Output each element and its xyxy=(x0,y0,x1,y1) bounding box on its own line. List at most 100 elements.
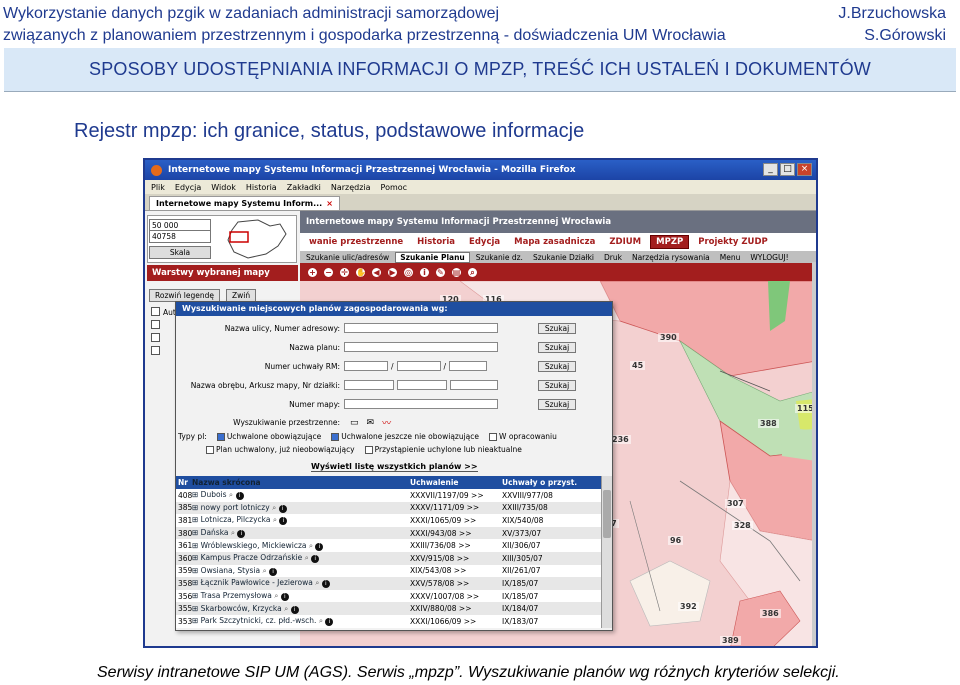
resolution-link[interactable]: XXV/578/08 >> xyxy=(410,579,502,588)
layer-checkbox[interactable] xyxy=(151,307,160,316)
subnav-ulice[interactable]: Szukanie ulic/adresów xyxy=(302,253,393,262)
resolution-link[interactable]: XXXV/1171/09 >> xyxy=(410,503,502,512)
info-icon[interactable]: i xyxy=(290,605,299,614)
plan-name[interactable]: Kampus Pracze Odrzańskie xyxy=(201,553,303,562)
info-icon[interactable]: i xyxy=(325,618,334,627)
expand-icon[interactable]: ⊞ xyxy=(192,541,201,550)
nav-historia[interactable]: Historia xyxy=(412,236,460,248)
pan-hand-icon[interactable]: ✋ xyxy=(356,267,366,277)
menu-historia[interactable]: Historia xyxy=(246,183,277,192)
zoom-to-plan-icon[interactable]: ⌕ xyxy=(270,515,279,524)
col-przyst[interactable]: Uchwały o przyst. xyxy=(502,478,594,487)
zoom-out-icon[interactable]: − xyxy=(324,267,333,277)
info-icon[interactable]: i xyxy=(278,504,287,513)
search-map-number-button[interactable]: Szukaj xyxy=(538,399,576,410)
subnav-menu[interactable]: Menu xyxy=(716,253,745,262)
resolution-input-2[interactable] xyxy=(396,361,441,371)
sheet-input[interactable] xyxy=(397,380,447,390)
nav-edycja[interactable]: Edycja xyxy=(464,236,505,248)
zoom-to-plan-icon[interactable]: ⌕ xyxy=(282,604,291,613)
info-icon[interactable]: i xyxy=(235,492,244,501)
col-nr[interactable]: Nr xyxy=(176,478,192,487)
col-uchwalenie[interactable]: Uchwalenie xyxy=(410,478,502,487)
menu-pomoc[interactable]: Pomoc xyxy=(381,183,408,192)
map-number-input[interactable] xyxy=(344,399,498,409)
type-filter-3[interactable]: W opracowaniu xyxy=(489,432,557,441)
subnav-szukanie-dz[interactable]: Szukanie dz. xyxy=(472,253,527,262)
expand-icon[interactable]: ⊞ xyxy=(192,515,201,524)
table-row[interactable]: 380 ⊞ Dańska ⌕ i XXXI/943/08 >> XV/373/07 xyxy=(176,526,601,540)
subnav-wyloguj[interactable]: WYLOGUJ! xyxy=(746,253,792,262)
maximize-button[interactable]: □ xyxy=(780,163,795,176)
search-resolution-button[interactable]: Szukaj xyxy=(538,361,576,372)
menu-plik[interactable]: Plik xyxy=(151,183,165,192)
table-row[interactable]: 360 ⊞ Kampus Pracze Odrzańskie ⌕ i XXV/915… xyxy=(176,551,601,565)
expand-icon[interactable]: ⊞ xyxy=(192,604,201,613)
subnav-narzedzia[interactable]: Narzędzia rysowania xyxy=(628,253,714,262)
table-row[interactable]: 381 ⊞ Lotnicza, Pilczycka ⌕ i XXXI/1065/09… xyxy=(176,514,601,527)
plan-name[interactable]: Trasa Przemysłowa xyxy=(201,591,272,600)
table-scrollbar[interactable] xyxy=(601,476,612,628)
search-plan-name-button[interactable]: Szukaj xyxy=(538,342,576,353)
type-filter-5[interactable]: Przystąpienie uchylone lub nieaktualne xyxy=(364,445,522,454)
zoom-to-plan-icon[interactable]: ⌕ xyxy=(227,490,236,499)
street-input[interactable] xyxy=(344,323,498,333)
resolution-link[interactable]: XXIII/736/08 >> xyxy=(410,541,502,550)
zoom-to-plan-icon[interactable]: ⌕ xyxy=(270,503,279,512)
nav-projekty-zudp[interactable]: Projekty ZUDP xyxy=(693,236,773,248)
nav-mpzp[interactable]: MPZP xyxy=(650,235,690,249)
subnav-druk[interactable]: Druk xyxy=(600,253,626,262)
menu-edycja[interactable]: Edycja xyxy=(175,183,201,192)
zoom-to-plan-icon[interactable]: ⌕ xyxy=(313,578,322,587)
expand-icon[interactable]: ⊞ xyxy=(192,616,201,625)
plan-name[interactable]: nowy port lotniczy xyxy=(201,503,270,512)
info-icon[interactable]: i xyxy=(321,580,330,589)
expand-icon[interactable]: ⊞ xyxy=(192,591,201,600)
expand-icon[interactable]: ⊞ xyxy=(192,503,201,512)
minimize-button[interactable]: _ xyxy=(763,163,778,176)
table-row[interactable]: 358 ⊞ Łącznik Pawłowice - Jezierowa ⌕ i XX… xyxy=(176,577,601,590)
table-row[interactable]: 355 ⊞ Skarbowców, Krzycka ⌕ i XXIV/880/08 … xyxy=(176,602,601,615)
type-filter-1[interactable]: Uchwalone obowiązujące xyxy=(216,432,321,441)
zoom-to-plan-icon[interactable]: ⌕ xyxy=(316,616,325,625)
close-tab-icon[interactable]: × xyxy=(326,199,333,208)
show-all-plans-link[interactable]: Wyświetl listę wszystkich planów >> xyxy=(311,462,478,472)
resolution-link[interactable]: XIX/543/08 >> xyxy=(410,566,502,575)
expand-icon[interactable]: ⊞ xyxy=(192,528,201,537)
zoom-to-plan-icon[interactable]: ⌕ xyxy=(307,541,316,550)
expand-icon[interactable]: ⊞ xyxy=(192,566,201,575)
zoom-to-plan-icon[interactable]: ⌕ xyxy=(260,566,269,575)
subnav-szukanie-dzialki[interactable]: Szukanie Działki xyxy=(529,253,598,262)
expand-icon[interactable]: ⊞ xyxy=(192,553,201,562)
envelope-select-icon[interactable]: ✉ xyxy=(367,418,375,428)
col-name[interactable]: Nazwa skrócona xyxy=(192,478,410,487)
type-filter-4[interactable]: Plan uchwalony, już nieobowiązujący xyxy=(206,445,355,454)
browser-tab[interactable]: Internetowe mapy Systemu Inform... × xyxy=(149,196,340,210)
resolution-input-1[interactable] xyxy=(344,361,388,371)
plan-name[interactable]: Wróblewskiego, Mickiewicza xyxy=(201,541,307,550)
info-icon[interactable]: i xyxy=(315,542,324,551)
nav-planowanie[interactable]: wanie przestrzenne xyxy=(304,236,408,248)
nav-mapa-zasadnicza[interactable]: Mapa zasadnicza xyxy=(509,236,600,248)
plan-name-input[interactable] xyxy=(344,342,498,352)
resolution-link[interactable]: XXXV/1007/08 >> xyxy=(410,592,502,601)
zoom-to-plan-icon[interactable]: ⌕ xyxy=(229,528,238,537)
polyline-select-icon[interactable]: 〰 xyxy=(382,416,391,429)
plan-name[interactable]: Dańska xyxy=(201,528,229,537)
info-icon[interactable]: i xyxy=(311,555,320,564)
menu-narzedzia[interactable]: Narzędzia xyxy=(331,183,371,192)
table-row[interactable]: 385 ⊞ nowy port lotniczy ⌕ i XXXV/1171/09 … xyxy=(176,501,601,515)
table-row[interactable]: 356 ⊞ Trasa Przemysłowa ⌕ i XXXV/1007/08 >… xyxy=(176,589,601,603)
resolution-link[interactable]: XXXI/1066/09 >> xyxy=(410,617,502,626)
info-icon[interactable]: i xyxy=(237,530,246,539)
search-icon[interactable]: ⌕ xyxy=(468,267,477,277)
resolution-link[interactable]: XXXVII/1197/09 >> xyxy=(410,491,502,500)
table-row[interactable]: 408 ⊞ Dubois ⌕ i XXXVII/1197/09 >> XXVIII/9… xyxy=(176,489,601,502)
resolution-link[interactable]: XXV/915/08 >> xyxy=(410,554,502,563)
resolution-input-3[interactable] xyxy=(449,361,488,371)
plan-name[interactable]: Łącznik Pawłowice - Jezierowa xyxy=(201,578,313,587)
scale-button[interactable]: Skala xyxy=(149,246,211,259)
info-icon[interactable]: i xyxy=(269,567,278,576)
zoom-to-plan-icon[interactable]: ⌕ xyxy=(302,553,311,562)
menu-zakladki[interactable]: Zakładki xyxy=(287,183,321,192)
